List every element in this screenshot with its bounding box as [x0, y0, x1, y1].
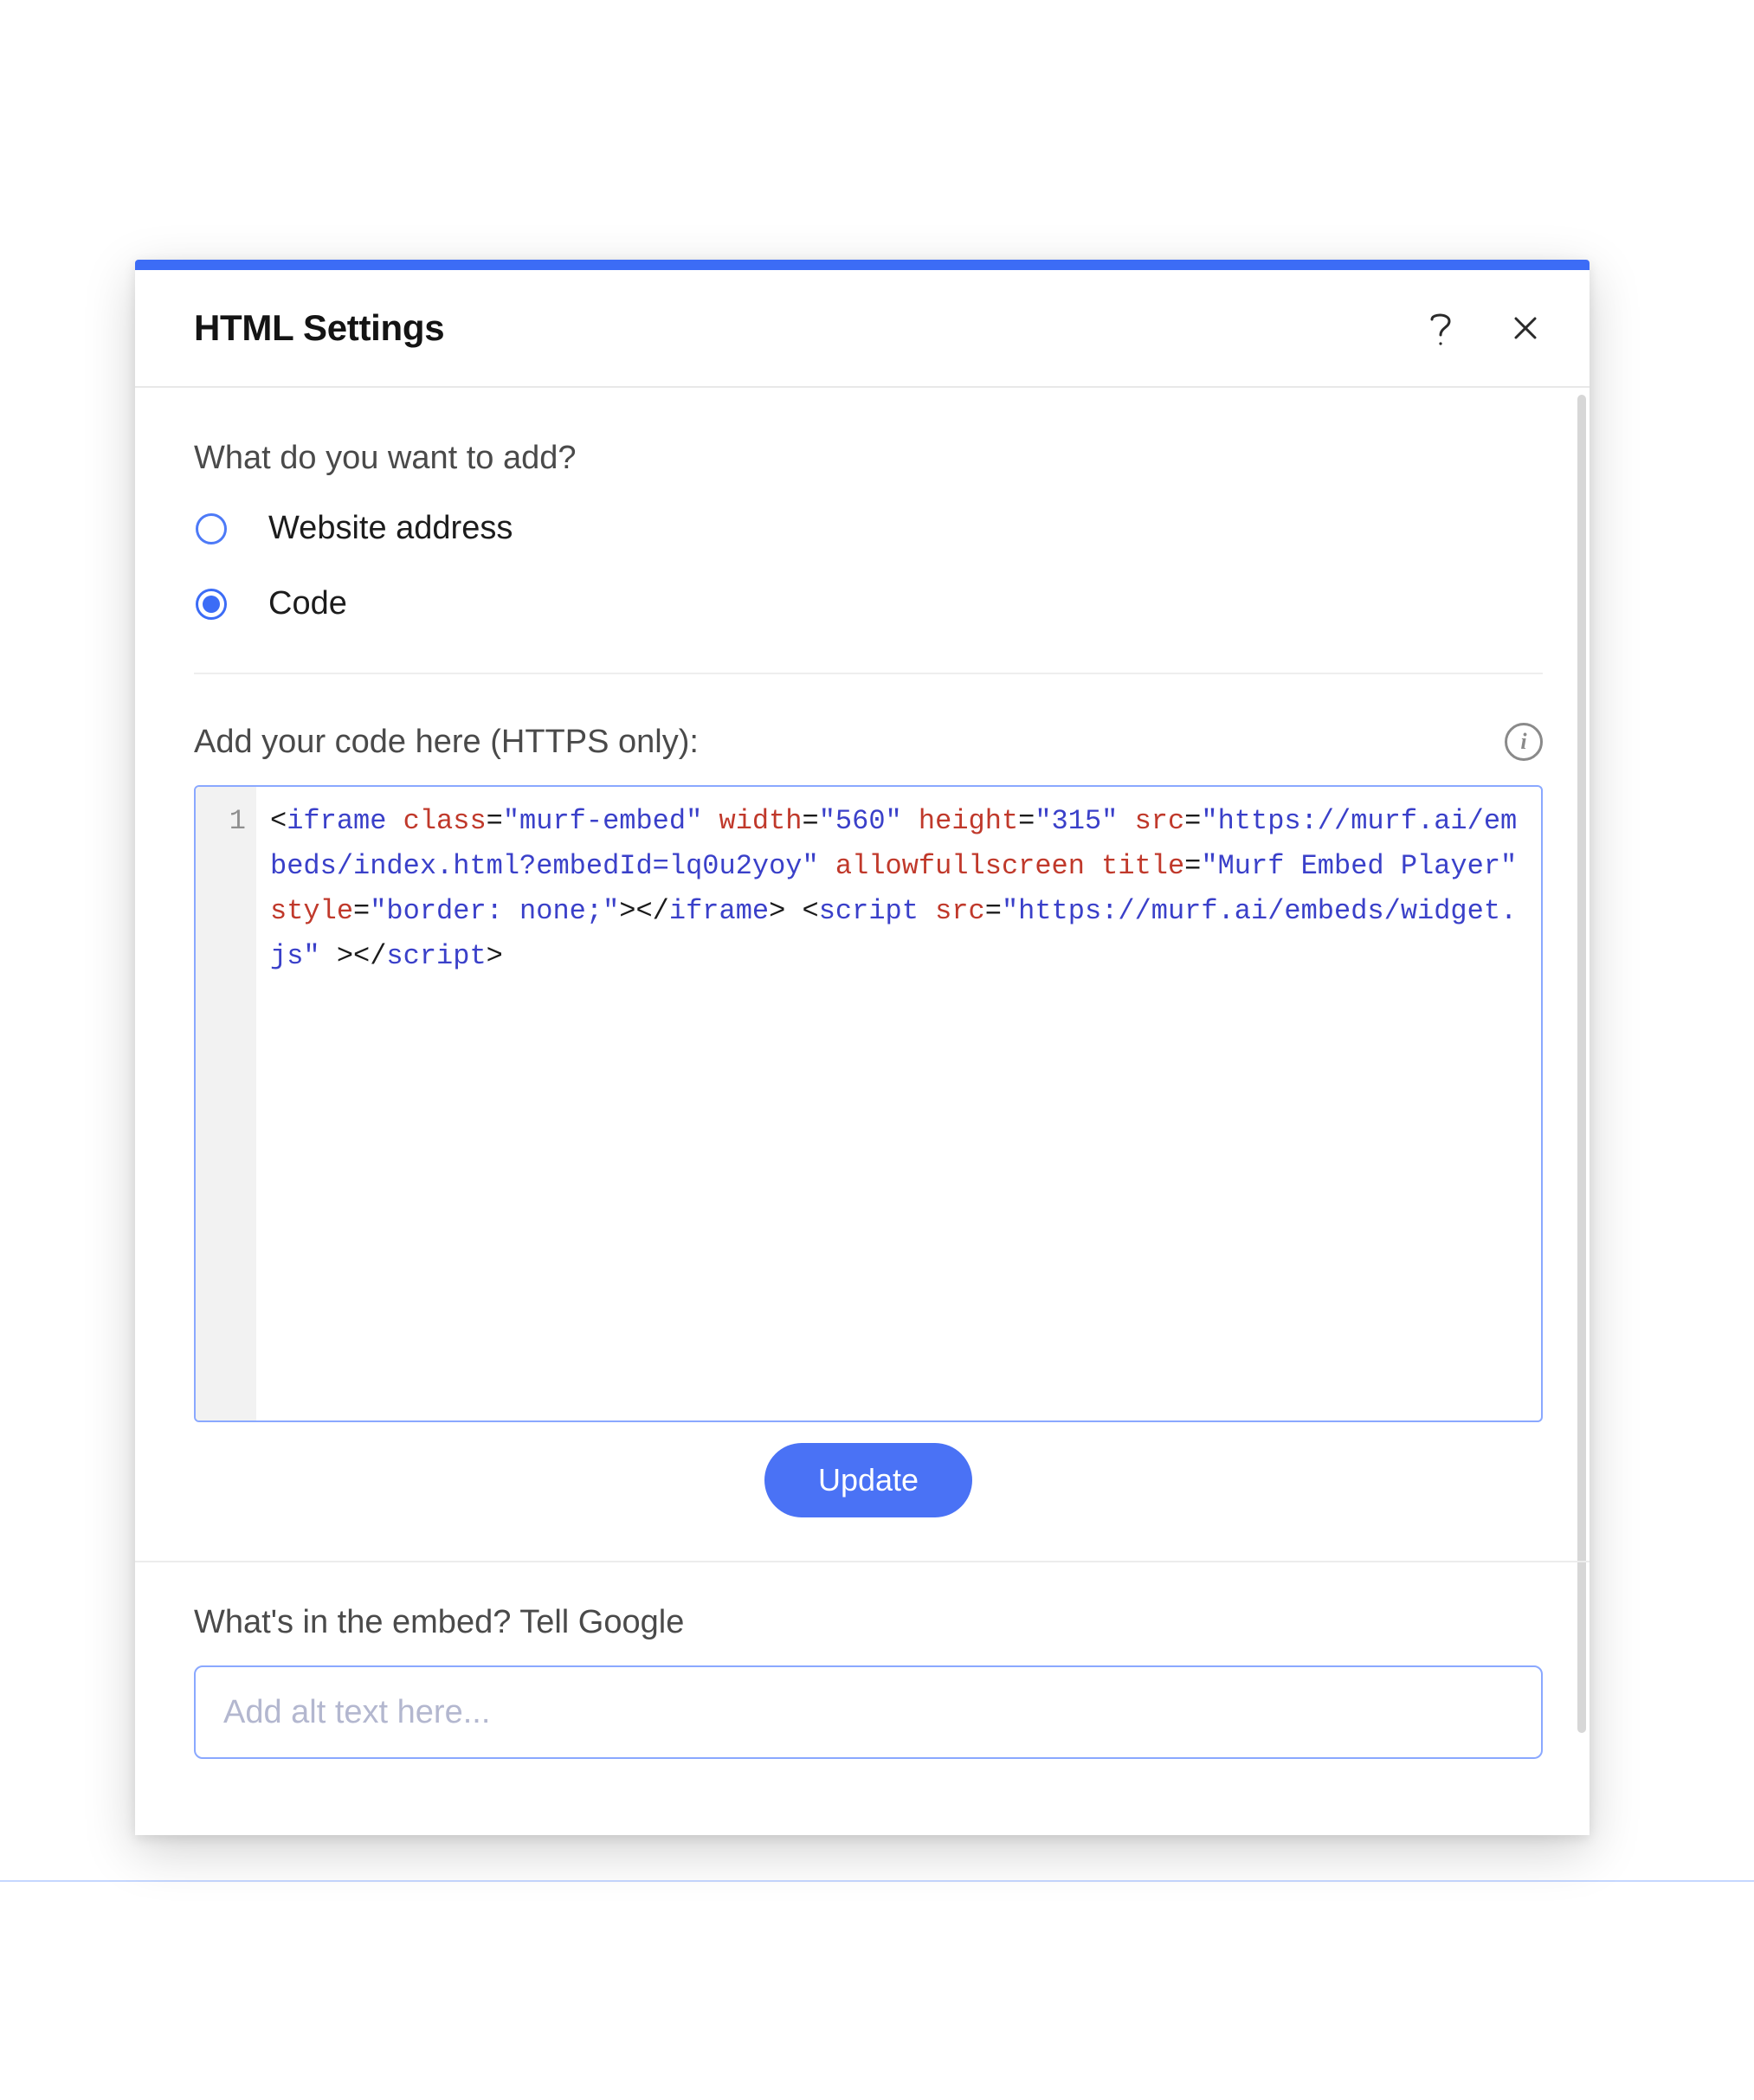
code-gutter: 1: [196, 787, 256, 1420]
modal-header: HTML Settings: [135, 270, 1590, 388]
page-horizontal-line: [0, 1880, 1754, 1882]
add-type-prompt: What do you want to add?: [194, 440, 1543, 477]
update-row: Update: [194, 1422, 1543, 1561]
code-editor[interactable]: 1 <iframe class="murf-embed" width="560"…: [194, 785, 1543, 1422]
code-label-row: Add your code here (HTTPS only): i: [194, 723, 1543, 761]
radio-icon: [196, 589, 227, 620]
modal-body: What do you want to add? Website address…: [135, 388, 1590, 1835]
modal-scroll-region: What do you want to add? Website address…: [135, 388, 1576, 1835]
code-section-label: Add your code here (HTTPS only):: [194, 724, 1505, 761]
add-type-radio-group: Website address Code: [194, 510, 1543, 622]
radio-code[interactable]: Code: [196, 585, 1543, 622]
code-content[interactable]: <iframe class="murf-embed" width="560" h…: [256, 787, 1541, 1420]
help-icon[interactable]: [1422, 309, 1460, 347]
html-settings-modal: HTML Settings What do you want to add?: [135, 260, 1590, 1835]
radio-icon: [196, 513, 227, 544]
update-button[interactable]: Update: [764, 1443, 972, 1517]
radio-label: Code: [268, 585, 347, 622]
line-number: 1: [196, 799, 256, 844]
radio-website-address[interactable]: Website address: [196, 510, 1543, 547]
modal-title: HTML Settings: [194, 307, 1422, 349]
alt-text-label: What's in the embed? Tell Google: [194, 1604, 1543, 1641]
radio-label: Website address: [268, 510, 513, 547]
radio-selected-dot: [203, 596, 220, 613]
info-icon[interactable]: i: [1505, 723, 1543, 761]
alt-text-input[interactable]: [194, 1665, 1543, 1759]
modal-accent-bar: [135, 260, 1590, 270]
divider: [194, 673, 1543, 674]
section-divider: [135, 1561, 1590, 1562]
scrollbar-vertical[interactable]: [1577, 395, 1586, 1733]
close-icon[interactable]: [1506, 309, 1544, 347]
header-icons: [1422, 309, 1544, 347]
